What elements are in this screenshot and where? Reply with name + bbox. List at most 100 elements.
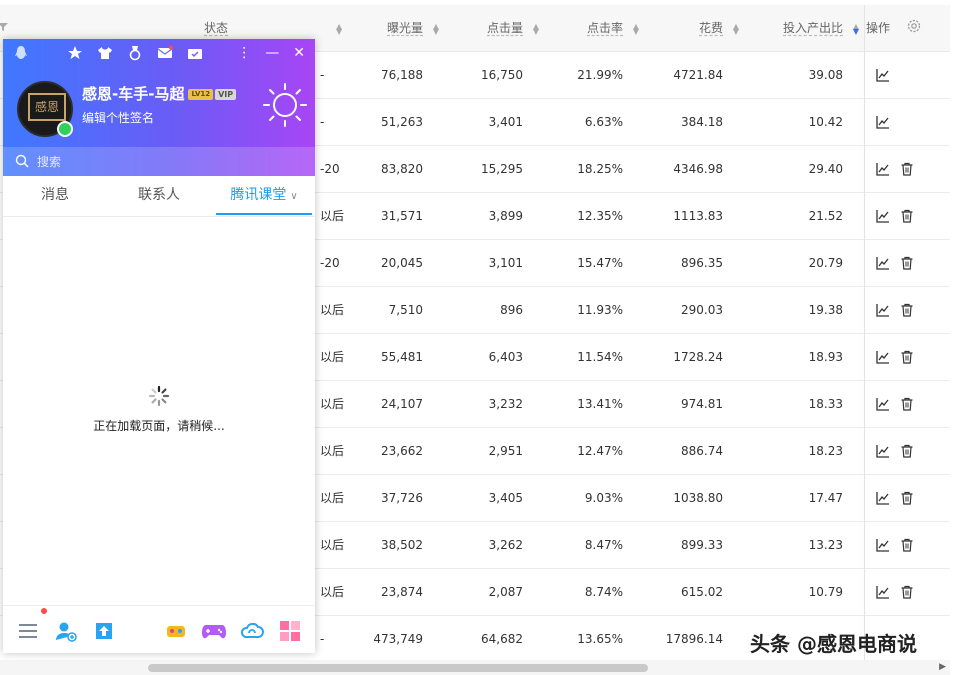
weather-sun-icon[interactable] xyxy=(261,81,309,129)
cell-status: 以后 xyxy=(320,193,350,239)
vip-badge[interactable]: VIP xyxy=(215,89,236,100)
tab-contacts[interactable]: 联系人 xyxy=(107,176,211,215)
delete-icon[interactable] xyxy=(900,255,914,271)
search-bar[interactable] xyxy=(3,147,315,176)
qq-tabs: 消息 联系人 腾讯课堂 ∨ xyxy=(3,176,315,217)
trend-chart-icon[interactable] xyxy=(876,443,890,459)
add-friend-icon[interactable] xyxy=(55,620,77,642)
nickname[interactable]: 感恩-车手-马超LV12VIP xyxy=(82,83,236,104)
trend-chart-icon[interactable] xyxy=(876,255,890,271)
search-input[interactable] xyxy=(35,151,299,173)
col-header-roi[interactable]: 投入产出比 ▲▼ xyxy=(783,19,860,37)
sort-icon[interactable]: ▲▼ xyxy=(433,24,440,34)
more-icon[interactable]: ⋮ xyxy=(237,45,251,61)
game-icon[interactable] xyxy=(165,620,187,642)
cloud-icon[interactable] xyxy=(239,620,265,642)
cell-ctr: 18.25% xyxy=(550,146,623,192)
sort-icon[interactable]: ▲▼ xyxy=(733,24,740,34)
close-icon[interactable]: ✕ xyxy=(293,45,305,61)
col-label: 花费 xyxy=(699,21,723,35)
cell-cost: 1038.80 xyxy=(650,475,723,521)
level-badge[interactable]: LV12 xyxy=(188,89,213,100)
delete-icon[interactable] xyxy=(900,537,914,553)
apps-grid-icon[interactable] xyxy=(279,620,301,642)
sort-icon[interactable]: ▲▼ xyxy=(853,24,860,34)
row-actions xyxy=(876,396,914,412)
delete-icon[interactable] xyxy=(900,396,914,412)
cell-roi: 20.79 xyxy=(760,240,843,286)
delete-icon[interactable] xyxy=(900,490,914,506)
minimize-icon[interactable]: — xyxy=(265,45,279,61)
cell-status: 以后 xyxy=(320,381,350,427)
spinner-icon xyxy=(148,385,170,407)
row-actions xyxy=(876,490,914,506)
delete-icon[interactable] xyxy=(900,208,914,224)
trend-chart-icon[interactable] xyxy=(876,490,890,506)
cell-clicks: 6,403 xyxy=(450,334,523,380)
horizontal-scrollbar[interactable]: ▶ xyxy=(0,660,950,675)
gear-icon[interactable] xyxy=(906,18,922,36)
online-status-dot xyxy=(57,121,73,137)
col-header-ctr[interactable]: 点击率 ▲▼ xyxy=(587,19,640,37)
row-actions xyxy=(876,302,914,318)
scroll-right-arrow[interactable]: ▶ xyxy=(939,662,946,672)
chevron-down-icon[interactable]: ∨ xyxy=(290,191,297,202)
trend-chart-icon[interactable] xyxy=(876,349,890,365)
col-label: 操作 xyxy=(866,21,890,35)
cell-status: - xyxy=(320,52,350,98)
trend-chart-icon[interactable] xyxy=(876,537,890,553)
trend-chart-icon[interactable] xyxy=(876,208,890,224)
cell-clicks: 64,682 xyxy=(450,616,523,660)
trend-chart-icon[interactable] xyxy=(876,114,890,130)
trend-chart-icon[interactable] xyxy=(876,302,890,318)
gift-icon[interactable] xyxy=(187,45,203,61)
cell-clicks: 3,405 xyxy=(450,475,523,521)
gamepad-icon[interactable] xyxy=(201,620,227,642)
window-controls: ⋮ — ✕ xyxy=(237,45,305,61)
cell-cost: 384.18 xyxy=(650,99,723,145)
cell-ctr: 6.63% xyxy=(550,99,623,145)
row-actions xyxy=(876,349,914,365)
cell-cost: 1728.24 xyxy=(650,334,723,380)
delete-icon[interactable] xyxy=(900,161,914,177)
delete-icon[interactable] xyxy=(900,349,914,365)
cell-clicks: 15,295 xyxy=(450,146,523,192)
delete-icon[interactable] xyxy=(900,302,914,318)
tab-tencent-classroom[interactable]: 腾讯课堂 ∨ xyxy=(216,176,312,215)
trend-chart-icon[interactable] xyxy=(876,67,890,83)
tab-messages[interactable]: 消息 xyxy=(3,176,107,215)
signature[interactable]: 编辑个性签名 xyxy=(82,109,154,126)
col-header-clicks[interactable]: 点击量 ▲▼ xyxy=(487,19,540,37)
trend-chart-icon[interactable] xyxy=(876,584,890,600)
sort-icon[interactable]: ▲▼ xyxy=(533,24,540,34)
medal-icon[interactable] xyxy=(127,45,143,61)
tab-label: 腾讯课堂 xyxy=(230,187,286,203)
sort-icon[interactable]: ▲▼ xyxy=(633,24,640,34)
qq-penguin-icon[interactable] xyxy=(13,45,29,61)
delete-icon[interactable] xyxy=(900,584,914,600)
cell-impressions: 37,726 xyxy=(350,475,423,521)
cell-status: - xyxy=(320,616,350,660)
delete-icon[interactable] xyxy=(900,443,914,459)
scrollbar-thumb[interactable] xyxy=(148,664,648,672)
col-header-impressions[interactable]: 曝光量 ▲▼ xyxy=(387,19,440,37)
file-transfer-icon[interactable] xyxy=(93,620,115,642)
main-menu-icon[interactable] xyxy=(17,620,39,642)
sort-icon[interactable]: ▲▼ xyxy=(330,19,343,37)
trend-chart-icon[interactable] xyxy=(876,161,890,177)
col-label: 点击量 xyxy=(487,21,523,35)
col-header-status[interactable]: 状态 xyxy=(204,19,228,37)
cell-impressions: 76,188 xyxy=(350,52,423,98)
cell-roi: 21.52 xyxy=(760,193,843,239)
col-header-cost[interactable]: 花费 ▲▼ xyxy=(699,19,740,37)
cell-roi: 18.33 xyxy=(760,381,843,427)
filter-icon[interactable] xyxy=(0,19,8,37)
cell-cost: 974.81 xyxy=(650,381,723,427)
cell-impressions: 24,107 xyxy=(350,381,423,427)
trend-chart-icon[interactable] xyxy=(876,396,890,412)
cell-status: - xyxy=(320,99,350,145)
mail-icon[interactable] xyxy=(157,45,173,61)
cell-ctr: 15.47% xyxy=(550,240,623,286)
shirt-icon[interactable] xyxy=(97,45,113,61)
star-icon[interactable] xyxy=(67,45,83,61)
